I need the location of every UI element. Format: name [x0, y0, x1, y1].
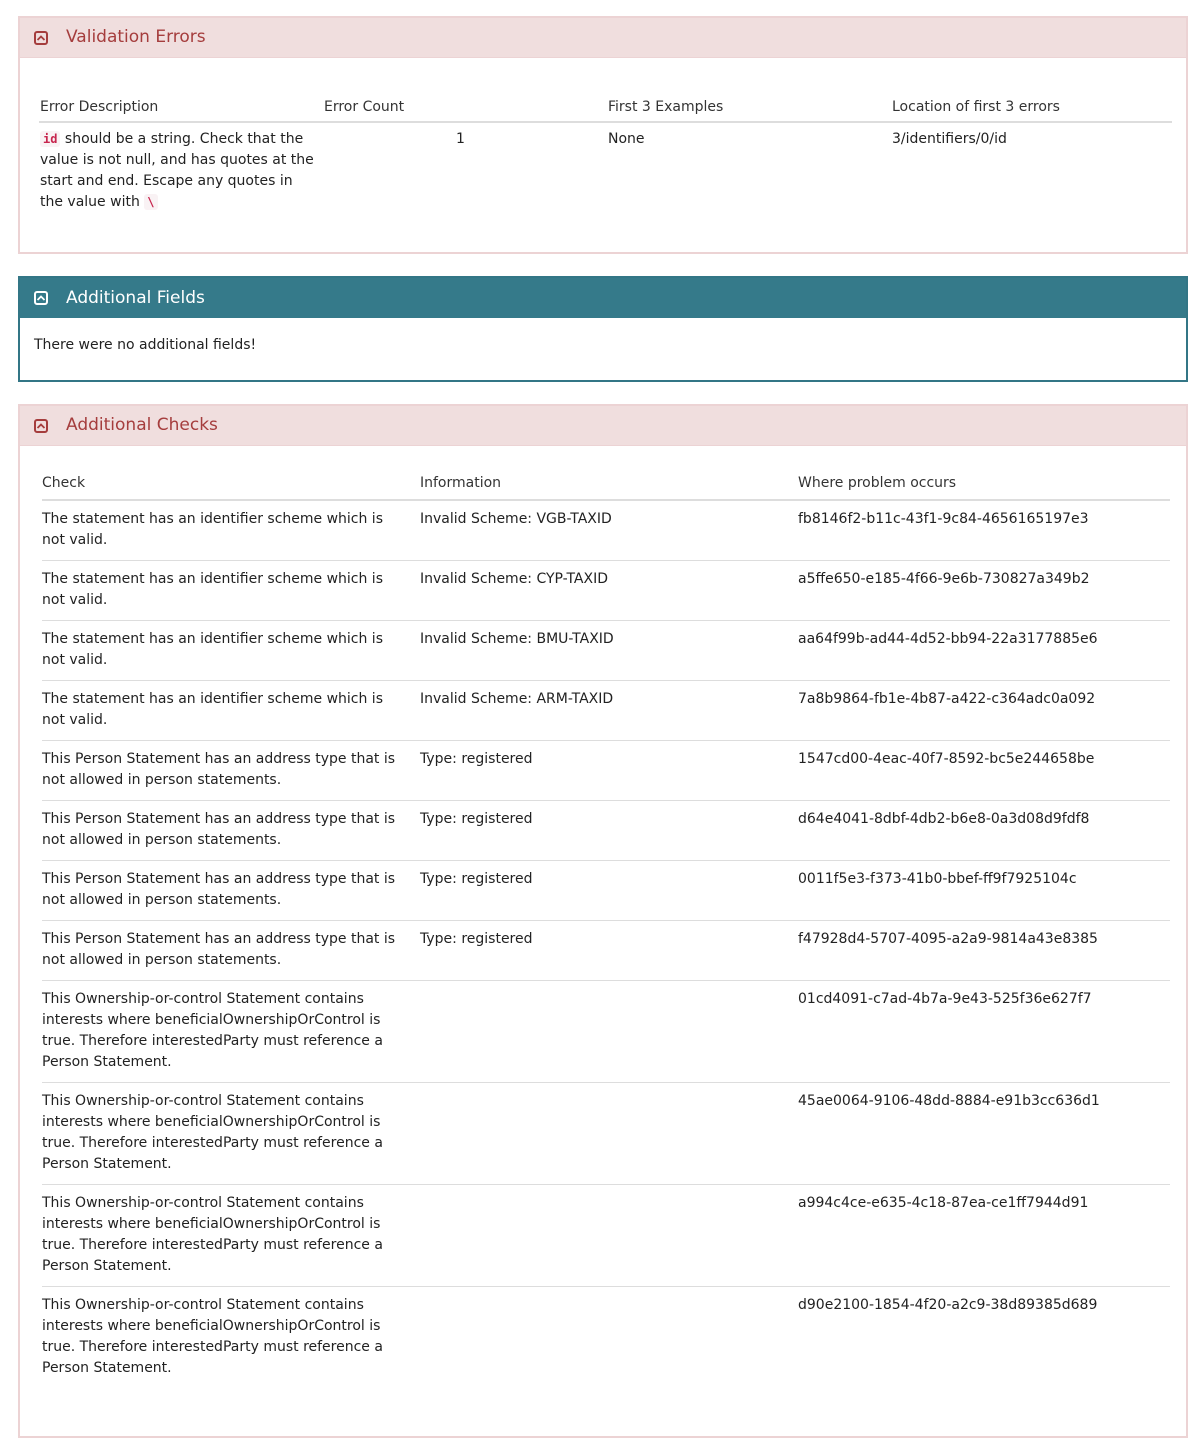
- check-cell: The statement has an identifier scheme w…: [42, 620, 420, 681]
- information-cell: Invalid Scheme: CYP-TAXID: [420, 560, 798, 621]
- table-row: The statement has an identifier scheme w…: [42, 620, 1170, 681]
- error-field-code: id: [40, 131, 61, 147]
- table-row: This Person Statement has an address typ…: [42, 800, 1170, 861]
- table-row: This Person Statement has an address typ…: [42, 920, 1170, 981]
- table-row: The statement has an identifier scheme w…: [42, 680, 1170, 741]
- additional-checks-panel: Additional Checks Check Information Wher…: [18, 404, 1188, 1438]
- column-header-check: Check: [42, 466, 420, 501]
- check-cell: This Ownership-or-control Statement cont…: [42, 1297, 383, 1376]
- validation-errors-panel: Validation Errors Error Description Erro…: [18, 16, 1188, 254]
- check-cell: The statement has an identifier scheme w…: [42, 680, 420, 741]
- collapse-icon[interactable]: [34, 418, 48, 433]
- where-cell: 7a8b9864-fb1e-4b87-a422-c364adc0a092: [798, 680, 1170, 741]
- information-cell: Type: registered: [420, 920, 798, 981]
- check-cell: This Ownership-or-control Statement cont…: [42, 1082, 420, 1185]
- validation-errors-table: Error Description Error Count First 3 Ex…: [39, 76, 1172, 214]
- where-cell: fb8146f2-b11c-43f1-9c84-4656165197e3: [798, 500, 1170, 561]
- where-cell: f47928d4-5707-4095-a2a9-9814a43e8385: [798, 920, 1170, 981]
- table-row: This Person Statement has an address typ…: [42, 860, 1170, 921]
- where-cell: 1547cd00-4eac-40f7-8592-bc5e244658be: [798, 740, 1170, 801]
- table-row: This Ownership-or-control Statement cont…: [42, 1287, 1170, 1389]
- additional-fields-title: Additional Fields: [66, 287, 205, 308]
- additional-checks-title: Additional Checks: [66, 415, 218, 435]
- error-description-text: should be a string. Check that the value…: [40, 131, 314, 210]
- additional-fields-message: There were no additional fields!: [34, 337, 257, 353]
- check-cell: This Person Statement has an address typ…: [42, 740, 420, 801]
- column-header-where-problem-occurs: Where problem occurs: [798, 466, 1170, 501]
- information-cell: [420, 980, 798, 1083]
- additional-checks-rows: The statement has an identifier scheme w…: [42, 500, 1170, 1388]
- where-cell: 45ae0064-9106-48dd-8884-e91b3cc636d1: [798, 1082, 1170, 1185]
- where-cell: d90e2100-1854-4f20-a2c9-38d89385d689: [798, 1297, 1098, 1313]
- table-row: This Ownership-or-control Statement cont…: [42, 980, 1170, 1083]
- table-row: This Person Statement has an address typ…: [42, 740, 1170, 801]
- escape-char-code: \: [144, 194, 158, 210]
- column-header-error-count: Error Count: [323, 76, 607, 123]
- column-header-first-3-examples: First 3 Examples: [607, 76, 891, 123]
- error-location-cell: 3/identifiers/0/id: [892, 131, 1007, 147]
- error-count-cell: 1: [456, 131, 465, 147]
- check-cell: This Ownership-or-control Statement cont…: [42, 1184, 420, 1287]
- where-cell: 0011f5e3-f373-41b0-bbef-ff9f7925104c: [798, 860, 1170, 921]
- error-description-cell: id should be a string. Check that the va…: [39, 122, 323, 214]
- where-cell: 01cd4091-c7ad-4b7a-9e43-525f36e627f7: [798, 980, 1170, 1083]
- column-header-error-description: Error Description: [39, 76, 323, 123]
- table-row: This Ownership-or-control Statement cont…: [42, 1184, 1170, 1287]
- first-examples-cell: None: [608, 131, 645, 147]
- where-cell: a994c4ce-e635-4c18-87ea-ce1ff7944d91: [798, 1184, 1170, 1287]
- table-row: The statement has an identifier scheme w…: [42, 500, 1170, 561]
- column-header-location: Location of first 3 errors: [891, 76, 1172, 123]
- check-cell: This Person Statement has an address typ…: [42, 920, 420, 981]
- table-header-row: Error Description Error Count First 3 Ex…: [39, 76, 1172, 123]
- validation-errors-heading[interactable]: Validation Errors: [20, 18, 1186, 58]
- column-header-information: Information: [420, 466, 798, 501]
- check-cell: This Person Statement has an address typ…: [42, 860, 420, 921]
- information-cell: Invalid Scheme: ARM-TAXID: [420, 680, 798, 741]
- where-cell: aa64f99b-ad44-4d52-bb94-22a3177885e6: [798, 620, 1170, 681]
- information-cell: Invalid Scheme: VGB-TAXID: [420, 500, 798, 561]
- information-cell: Invalid Scheme: BMU-TAXID: [420, 620, 798, 681]
- table-row: The statement has an identifier scheme w…: [42, 560, 1170, 621]
- collapse-icon[interactable]: [34, 30, 48, 45]
- table-row: This Ownership-or-control Statement cont…: [42, 1082, 1170, 1185]
- information-cell: Type: registered: [420, 740, 798, 801]
- information-cell: [420, 1287, 798, 1389]
- additional-fields-panel: Additional Fields There were no addition…: [18, 276, 1188, 382]
- validation-errors-title: Validation Errors: [66, 27, 206, 47]
- check-cell: The statement has an identifier scheme w…: [42, 560, 420, 621]
- information-cell: Type: registered: [420, 860, 798, 921]
- table-row: id should be a string. Check that the va…: [39, 122, 1172, 214]
- additional-fields-heading[interactable]: Additional Fields: [20, 278, 1186, 318]
- collapse-icon[interactable]: [34, 291, 48, 305]
- additional-checks-heading[interactable]: Additional Checks: [20, 406, 1186, 446]
- check-cell: This Ownership-or-control Statement cont…: [42, 980, 420, 1083]
- information-cell: Type: registered: [420, 800, 798, 861]
- where-cell: a5ffe650-e185-4f66-9e6b-730827a349b2: [798, 560, 1170, 621]
- where-cell: d64e4041-8dbf-4db2-b6e8-0a3d08d9fdf8: [798, 800, 1170, 861]
- information-cell: [420, 1082, 798, 1185]
- check-cell: The statement has an identifier scheme w…: [42, 500, 420, 561]
- check-cell: This Person Statement has an address typ…: [42, 800, 420, 861]
- additional-checks-table: Check Information Where problem occurs T…: [42, 466, 1170, 1388]
- table-header-row: Check Information Where problem occurs: [42, 466, 1170, 501]
- information-cell: [420, 1184, 798, 1287]
